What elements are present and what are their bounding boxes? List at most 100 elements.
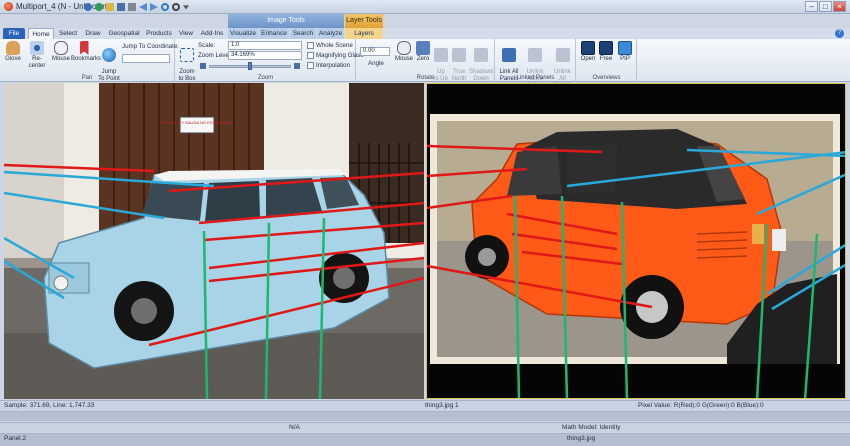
globe-icon bbox=[102, 47, 116, 62]
print-icon[interactable] bbox=[128, 3, 136, 11]
close-button[interactable]: × bbox=[833, 1, 846, 12]
overview-open-button[interactable]: Open bbox=[580, 41, 596, 63]
mouse-icon bbox=[54, 41, 68, 55]
bookmarks-button[interactable]: Bookmarks bbox=[71, 41, 101, 63]
true-north-icon bbox=[452, 47, 466, 62]
bookmark-icon bbox=[79, 41, 89, 55]
window-controls: – □ × bbox=[805, 1, 846, 12]
status-row-3: N/A Math Model: Identity bbox=[0, 422, 850, 432]
tab-select[interactable]: Select bbox=[56, 28, 80, 39]
status-na: N/A bbox=[289, 424, 300, 431]
tab-view[interactable]: View bbox=[176, 28, 196, 39]
shadows-down-icon bbox=[474, 47, 488, 62]
bookmarks-label: Bookmarks bbox=[71, 56, 102, 62]
help-icon[interactable]: ? bbox=[835, 29, 844, 38]
zoom-level-label: Zoom Level: bbox=[198, 52, 233, 59]
tab-layers[interactable]: Layers bbox=[345, 28, 383, 39]
overviews-group: Open Free PIP Overviews bbox=[577, 39, 637, 82]
zero-icon bbox=[416, 41, 430, 55]
zoom-level-input[interactable]: 34.169% bbox=[228, 51, 302, 60]
whole-scene-checkbox[interactable] bbox=[307, 42, 314, 49]
undo-icon[interactable] bbox=[84, 3, 92, 11]
overview-free-label: Free bbox=[599, 56, 613, 62]
maximize-button[interactable]: □ bbox=[819, 1, 832, 12]
glove-icon bbox=[6, 41, 20, 55]
unlink-all-panels-button[interactable]: Unlink All Panels bbox=[550, 41, 575, 89]
zoom-box-icon bbox=[180, 47, 194, 62]
tab-products[interactable]: Products bbox=[144, 28, 174, 39]
rotate-group-label: Rotate bbox=[416, 75, 435, 81]
recenter-icon bbox=[30, 41, 44, 55]
tab-visualize[interactable]: Visualize bbox=[228, 28, 258, 39]
tab-add-ins[interactable]: Add-Ins bbox=[198, 28, 226, 39]
left-image-panel[interactable]: ENTRADA Y SALIDA NO ESTACIONAR bbox=[4, 83, 424, 399]
scale-label: Scale: bbox=[198, 42, 216, 49]
rotate-mouse-button[interactable]: Mouse bbox=[395, 41, 413, 63]
left-image-canvas: ENTRADA Y SALIDA NO ESTACIONAR bbox=[4, 83, 424, 399]
zoom-in-button[interactable] bbox=[294, 63, 300, 69]
ribbon-tabs: File Home Select Draw Geospatial Product… bbox=[0, 28, 850, 39]
overview-open-label: Open bbox=[580, 56, 596, 62]
layer-tools-context: Layer Tools bbox=[345, 14, 383, 28]
zero-button[interactable]: Zero bbox=[415, 41, 431, 63]
glove-label: Glove bbox=[5, 56, 21, 62]
redo-icon[interactable] bbox=[95, 3, 103, 11]
minimize-button[interactable]: – bbox=[805, 1, 818, 12]
status-row-1: Sample: 371.69, Line: 1,747.33 thing3.jp… bbox=[0, 400, 850, 410]
save-icon[interactable] bbox=[117, 3, 125, 11]
pan-group: Glove Re-center Mouse Bookmarks Jump To … bbox=[0, 39, 179, 82]
interpolation-label[interactable]: Interpolation bbox=[316, 62, 350, 69]
rotate-group: 0.00 Angle Mouse Zero Up is Up True Nort… bbox=[357, 39, 495, 82]
unlink-all-icon bbox=[555, 47, 570, 62]
tab-home[interactable]: Home bbox=[28, 28, 54, 39]
ribbon: Glove Re-center Mouse Bookmarks Jump To … bbox=[0, 39, 850, 88]
recenter-label: Re-center bbox=[28, 56, 46, 69]
rotate-mouse-label: Mouse bbox=[395, 56, 414, 62]
zoom-icon[interactable] bbox=[172, 3, 180, 11]
glove-button[interactable]: Glove bbox=[4, 41, 22, 63]
quick-access-toolbar bbox=[84, 3, 189, 11]
overviews-group-label: Overviews bbox=[592, 75, 621, 81]
overview-open-icon bbox=[581, 41, 595, 55]
right-image-panel[interactable] bbox=[426, 83, 846, 399]
right-image-canvas bbox=[427, 84, 845, 398]
tab-enhance[interactable]: Enhance bbox=[259, 28, 289, 39]
scale-input[interactable]: 1:0 bbox=[228, 41, 302, 50]
tab-search[interactable]: Search bbox=[290, 28, 316, 39]
app-logo-icon[interactable] bbox=[4, 2, 13, 11]
rotate-mouse-icon bbox=[397, 41, 411, 55]
zoom-out-button[interactable] bbox=[200, 63, 206, 69]
angle-label: Angle bbox=[368, 60, 384, 67]
overview-pip-button[interactable]: PIP bbox=[617, 41, 633, 63]
zoom-group: Zoom to Box Scale: 1:0 Zoom Level: 34.16… bbox=[176, 39, 363, 82]
overview-free-icon bbox=[599, 41, 613, 55]
angle-input[interactable]: 0.00 bbox=[360, 47, 390, 56]
overview-free-button[interactable]: Free bbox=[598, 41, 614, 63]
tab-analyze[interactable]: Analyze bbox=[317, 28, 344, 39]
unlink-active-panel-button[interactable]: Unlink Active Panel bbox=[521, 41, 549, 89]
dropdown-icon[interactable] bbox=[183, 5, 189, 10]
arrow-left-icon[interactable] bbox=[139, 3, 147, 11]
pan-mouse-button[interactable]: Mouse bbox=[52, 41, 70, 63]
open-icon[interactable] bbox=[106, 3, 114, 11]
tab-draw[interactable]: Draw bbox=[82, 28, 104, 39]
tab-geospatial[interactable]: Geospatial bbox=[106, 28, 142, 39]
magnifying-glass-checkbox[interactable] bbox=[307, 52, 314, 59]
zero-label: Zero bbox=[416, 56, 430, 62]
image-tools-context: Image Tools bbox=[228, 14, 344, 28]
up-is-up-icon bbox=[434, 47, 448, 62]
pan-group-label: Pan bbox=[81, 75, 93, 81]
recenter-button[interactable]: Re-center bbox=[24, 41, 50, 69]
jump-to-coordinate-input[interactable] bbox=[122, 54, 170, 63]
interpolation-checkbox[interactable] bbox=[307, 62, 314, 69]
refresh-icon[interactable] bbox=[161, 3, 169, 11]
status-file-2: thing3.jpg bbox=[567, 435, 596, 442]
math-model-readout: Math Model: Identity bbox=[562, 424, 621, 431]
tab-file[interactable]: File bbox=[3, 28, 25, 39]
whole-scene-label: Whole Scene bbox=[316, 42, 353, 49]
status-row-2 bbox=[0, 411, 850, 421]
arrow-right-icon[interactable] bbox=[150, 3, 158, 11]
zoom-slider-thumb[interactable] bbox=[248, 62, 252, 70]
active-panel-label: Panel.2 bbox=[4, 435, 27, 442]
sample-line-readout: Sample: 371.69, Line: 1,747.33 bbox=[4, 402, 95, 409]
